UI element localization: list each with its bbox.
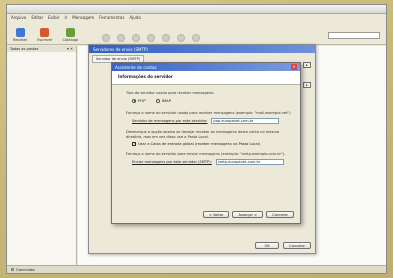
menu-go[interactable]: Ir — [64, 15, 67, 20]
window-titlebar — [7, 5, 386, 14]
account-settings-title: Servidores de envio (SMTP) — [89, 45, 315, 53]
folder-pane-header[interactable]: Todas as pastas ▾ ✕ — [7, 46, 76, 52]
junk-icon — [162, 34, 171, 42]
stop-icon — [192, 34, 201, 42]
menu-file[interactable]: Arquivo — [11, 15, 26, 20]
close-icon[interactable]: × — [291, 64, 297, 70]
side-button-1[interactable]: ▸ — [303, 62, 311, 68]
compose-button[interactable]: Escrever — [37, 28, 52, 42]
radio-pop-label: POP — [138, 98, 146, 104]
radio-pop-indicator — [132, 98, 136, 103]
outgoing-hint: Forneça o nome do servidor para enviar m… — [126, 151, 286, 156]
menu-tools[interactable]: Ferramentas — [99, 15, 124, 20]
menu-edit[interactable]: Editar — [31, 15, 43, 20]
receive-label: Receber — [13, 38, 28, 42]
folder-pane-title: Todas as pastas — [10, 47, 39, 51]
disabled-toolbar-group — [102, 34, 201, 42]
receive-button[interactable]: Receber — [13, 28, 27, 42]
server-type-options: POP IMAP — [132, 98, 294, 103]
account-wizard-dialog: Assistente de contas × Informações do se… — [111, 62, 301, 224]
wizard-titlebar: Assistente de contas × — [112, 63, 300, 71]
global-inbox-label: Usar a Caixa de entrada global (receber … — [138, 141, 261, 146]
reply-all-icon — [117, 34, 126, 42]
status-icon — [11, 268, 14, 271]
ok-button[interactable]: OK — [255, 242, 280, 249]
compose-label: Escrever — [37, 38, 53, 42]
forward-icon — [132, 34, 141, 42]
delete-icon — [147, 34, 156, 42]
back-button[interactable]: < Voltar — [202, 211, 230, 218]
wizard-footer: < Voltar Avançar > Cancelar — [202, 211, 294, 218]
menu-help[interactable]: Ajuda — [129, 15, 140, 20]
menu-view[interactable]: Exibir — [48, 15, 59, 20]
receive-mail-icon — [15, 28, 25, 37]
folder-pane: Todas as pastas ▾ ✕ — [7, 46, 77, 267]
global-inbox-checkbox[interactable]: ✓ Usar a Caixa de entrada global (recebe… — [132, 141, 294, 146]
outgoing-server-label: Enviar mensagens por este servidor (SMTP… — [132, 160, 212, 165]
outgoing-server-field[interactable]: smtp.europanet.com.br — [215, 159, 284, 166]
compose-icon — [40, 28, 50, 37]
reply-icon — [102, 34, 111, 42]
wizard-title: Assistente de contas — [115, 64, 157, 70]
status-bar: Concluído — [7, 265, 386, 273]
cancel-button[interactable]: Cancelar — [283, 242, 311, 249]
wizard-heading: Informações do servidor — [112, 71, 300, 85]
menu-bar: Arquivo Editar Exibir Ir Mensagem Ferram… — [7, 14, 386, 21]
address-book-label: Catálogo — [62, 38, 79, 42]
address-book-icon — [65, 28, 75, 37]
menu-message[interactable]: Mensagem — [72, 15, 94, 20]
global-inbox-hint: Desmarque a opção abaixo se desejar rece… — [126, 130, 280, 139]
incoming-hint: Forneça o nome do servidor usado para re… — [126, 111, 292, 116]
next-button[interactable]: Avançar > — [232, 211, 264, 218]
server-type-question: Tipo de servidor usado para receber mens… — [126, 91, 215, 95]
outgoing-server-row: Enviar mensagens por este servidor (SMTP… — [132, 159, 294, 166]
radio-pop[interactable]: POP — [132, 98, 146, 103]
address-book-button[interactable]: Catálogo — [62, 28, 78, 42]
radio-imap-indicator — [155, 98, 160, 103]
wizard-body: Tipo de servidor usado para receber mens… — [112, 85, 300, 166]
checkbox-checked-icon: ✓ — [132, 141, 136, 146]
radio-imap-label: IMAP — [161, 98, 171, 104]
incoming-server-label: Servidor de mensagens por este servidor: — [132, 119, 208, 124]
radio-imap[interactable]: IMAP — [155, 98, 171, 104]
incoming-server-row: Servidor de mensagens por este servidor:… — [132, 118, 294, 125]
wizard-cancel-button[interactable]: Cancelar — [266, 211, 294, 218]
account-settings-footer: OK Cancelar — [255, 242, 311, 249]
side-button-2[interactable]: ▸ — [303, 82, 311, 88]
incoming-server-field[interactable]: pop.europanet.com.br — [211, 118, 280, 125]
print-icon — [177, 34, 186, 42]
chevron-down-icon: ▾ ✕ — [67, 47, 73, 51]
search-input[interactable] — [328, 32, 380, 39]
status-text: Concluído — [16, 267, 35, 272]
